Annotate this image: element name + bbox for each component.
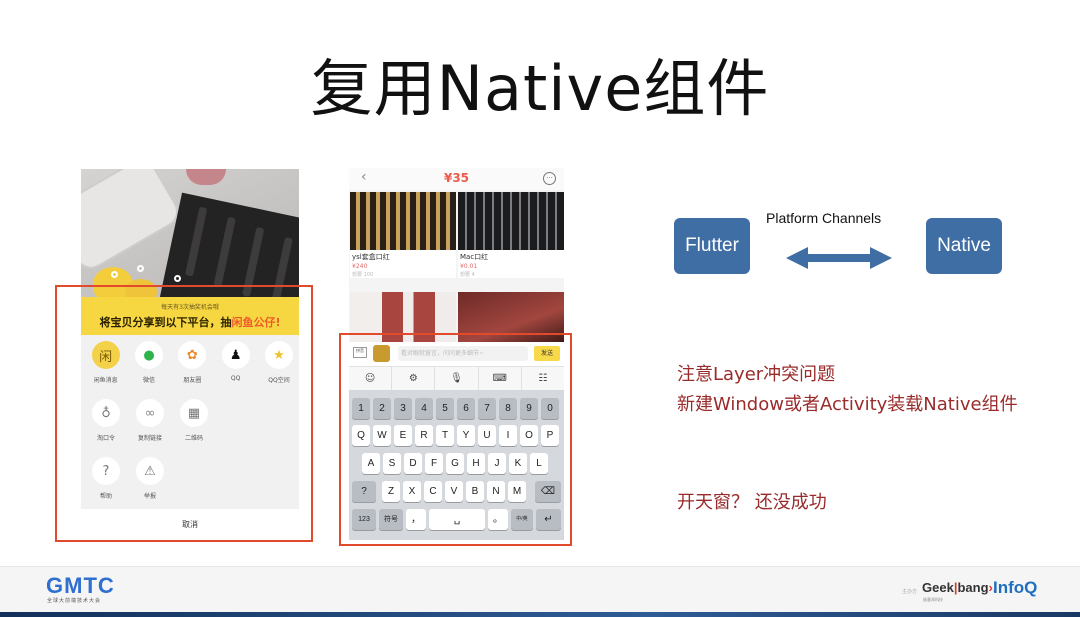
infoq-logo: InfoQ: [993, 578, 1038, 597]
note-skylight: 开天窗？ 还没成功: [677, 492, 827, 513]
footer-bar: [0, 612, 1080, 617]
gmtc-subtitle: 全球大前端技术大会: [47, 598, 102, 604]
highlight-frame-share: [55, 285, 313, 542]
sponsor-prefix: 主办方: [902, 589, 918, 595]
bidirectional-arrow-icon: [786, 247, 892, 269]
nav-bar: ‹ ¥35 ···: [349, 168, 564, 190]
more-icon[interactable]: ···: [543, 172, 556, 185]
note-layer-conflict: 注意Layer冲突问题: [677, 364, 836, 385]
nav-price: ¥35: [443, 171, 470, 185]
footer: GMTC 全球大前端技术大会 主办方 Geek|bang›. 极客邦科技 Inf…: [0, 566, 1080, 617]
highlight-frame-keyboard: [339, 333, 572, 546]
geekbang-subtitle: 极客邦科技: [923, 597, 943, 602]
product-image: [458, 192, 564, 250]
platform-channels-label: Platform Channels: [766, 210, 882, 226]
product-card[interactable]: Mac口红 ¥0.01 想要 4: [458, 192, 564, 278]
native-node: Native: [926, 218, 1002, 274]
flutter-node: Flutter: [674, 218, 750, 274]
product-card[interactable]: ysl套盒口红 ¥240 想要 100: [350, 192, 456, 278]
geekbang-logo: Geek|bang›.: [922, 580, 997, 595]
note-new-window: 新建Window或者Activity装载Native组件: [677, 394, 1018, 415]
slide-title: 复用Native组件: [310, 52, 770, 125]
gmtc-logo: GMTC: [46, 573, 115, 598]
product-image: [350, 192, 456, 250]
